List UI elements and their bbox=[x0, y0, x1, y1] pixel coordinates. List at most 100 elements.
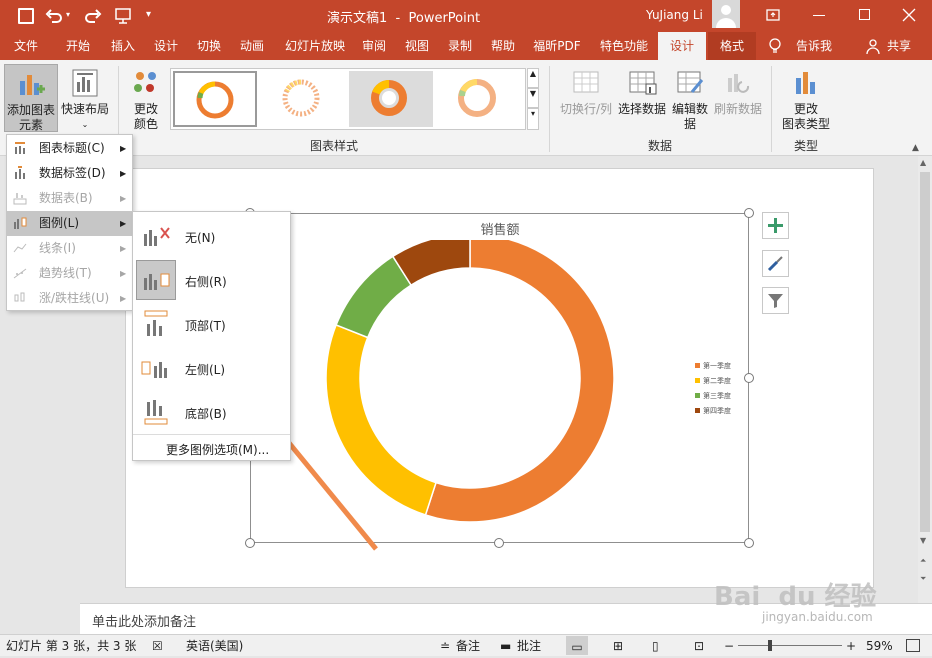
legend-option-right[interactable]: 右侧(R) bbox=[133, 258, 290, 302]
normal-view-icon[interactable]: ▭ bbox=[566, 636, 588, 655]
donut-segment-1[interactable] bbox=[424, 240, 615, 523]
menu-item-data-table[interactable]: 数据表(B) ▶ bbox=[7, 186, 134, 211]
menu-item-trendline[interactable]: 趋势线(T) ▶ bbox=[7, 261, 134, 286]
slide-sorter-view-icon[interactable]: ⊞ bbox=[613, 635, 623, 657]
chart-filters-button[interactable] bbox=[762, 287, 789, 314]
legend-option-bottom[interactable]: 底部(B) bbox=[133, 390, 290, 434]
slide-counter: 幻灯片 第 3 张，共 3 张 bbox=[6, 639, 137, 653]
avatar[interactable] bbox=[712, 0, 740, 28]
legend-option-top[interactable]: 顶部(T) bbox=[133, 302, 290, 346]
color-palette-icon bbox=[134, 72, 156, 92]
legend-entry-3[interactable]: 第三季度 bbox=[695, 390, 731, 402]
resize-handle-bottom-right[interactable] bbox=[744, 538, 754, 548]
notes-toggle-button[interactable]: 备注 bbox=[456, 635, 480, 657]
previous-slide-icon[interactable]: ⏶ bbox=[920, 556, 926, 566]
chart-style-1[interactable] bbox=[173, 71, 257, 127]
menu-item-chart-title-label: 图表标题(C) bbox=[39, 141, 105, 155]
tab-special-features[interactable]: 特色功能 bbox=[594, 32, 654, 60]
zoom-slider-thumb[interactable] bbox=[768, 640, 772, 651]
chart-style-2[interactable] bbox=[261, 71, 345, 127]
tab-design[interactable]: 设计 bbox=[144, 32, 188, 60]
menu-item-chart-title[interactable]: 图表标题(C) ▶ bbox=[7, 136, 134, 161]
change-chart-type-button[interactable]: 更改 图表类型 bbox=[778, 64, 834, 132]
scroll-thumb[interactable] bbox=[920, 172, 930, 532]
select-data-icon bbox=[629, 71, 657, 95]
save-icon[interactable] bbox=[18, 8, 34, 24]
chart-elements-button[interactable] bbox=[762, 212, 789, 239]
zoom-out-icon[interactable]: − bbox=[724, 635, 734, 657]
scroll-up-icon[interactable]: ▲ bbox=[920, 158, 926, 167]
fit-to-window-icon[interactable] bbox=[906, 639, 920, 652]
gallery-more-icon[interactable]: ▾ bbox=[527, 108, 539, 130]
gallery-scroll-up-icon[interactable]: ▲ bbox=[527, 68, 539, 88]
more-legend-options[interactable]: 更多图例选项(M)... bbox=[166, 441, 269, 458]
minimize-icon[interactable] bbox=[813, 15, 825, 16]
redo-icon[interactable] bbox=[84, 7, 102, 25]
select-data-button[interactable]: 选择数据 bbox=[616, 64, 668, 132]
tab-transitions[interactable]: 切换 bbox=[187, 32, 231, 60]
comments-icon[interactable]: ▬ bbox=[500, 635, 511, 657]
vertical-scrollbar[interactable]: ▲ ▼ ⏶ ⏷ bbox=[918, 156, 932, 603]
legend-option-left[interactable]: 左侧(L) bbox=[133, 346, 290, 390]
tab-record[interactable]: 录制 bbox=[438, 32, 482, 60]
close-icon[interactable] bbox=[902, 8, 916, 22]
chart-styles-button[interactable] bbox=[762, 250, 789, 277]
tell-me-search[interactable]: 告诉我 bbox=[788, 32, 840, 60]
zoom-slider-track[interactable] bbox=[738, 645, 842, 646]
zoom-level[interactable]: 59% bbox=[866, 635, 893, 657]
switch-row-column-icon bbox=[573, 71, 599, 93]
legend-entry-2[interactable]: 第二季度 bbox=[695, 375, 731, 387]
legend-entry-1[interactable]: 第一季度 bbox=[695, 360, 731, 372]
reading-view-icon[interactable]: ▯ bbox=[652, 635, 659, 657]
tab-chart-design[interactable]: 设计 bbox=[658, 32, 706, 60]
legend-option-none[interactable]: 无(N) bbox=[133, 214, 290, 258]
collapse-ribbon-icon[interactable]: ▲ bbox=[912, 143, 919, 153]
undo-dropdown-icon[interactable]: ▾ bbox=[66, 10, 70, 19]
edit-data-button[interactable]: 编辑数 据 bbox=[668, 64, 712, 132]
add-chart-element-label-2: 元素 bbox=[18, 118, 43, 132]
tab-review[interactable]: 审阅 bbox=[352, 32, 396, 60]
next-slide-icon[interactable]: ⏷ bbox=[920, 574, 926, 584]
refresh-data-button[interactable]: 刷新数据 bbox=[712, 64, 764, 132]
chart-title[interactable]: 销售额 bbox=[470, 219, 530, 238]
menu-item-up-down-bars[interactable]: 涨/跌柱线(U) ▶ bbox=[7, 286, 134, 311]
tab-home[interactable]: 开始 bbox=[56, 32, 100, 60]
present-from-start-icon[interactable] bbox=[114, 7, 132, 25]
user-name[interactable]: YuJiang Li bbox=[646, 8, 703, 22]
change-colors-button[interactable]: 更改 颜色 bbox=[124, 64, 168, 132]
menu-item-data-labels[interactable]: 数据标签(D) ▶ bbox=[7, 161, 134, 186]
tab-file[interactable]: 文件 bbox=[4, 32, 48, 60]
scroll-down-icon[interactable]: ▼ bbox=[920, 536, 926, 545]
tab-slideshow[interactable]: 幻灯片放映 bbox=[280, 32, 350, 60]
tab-format[interactable]: 格式 bbox=[708, 32, 756, 60]
notes-toggle-icon[interactable]: ≐ bbox=[440, 635, 450, 657]
resize-handle-top-right[interactable] bbox=[744, 208, 754, 218]
quick-layout-button[interactable]: 快速布局 ⌄ bbox=[60, 64, 110, 132]
undo-icon[interactable] bbox=[45, 7, 63, 25]
spell-check-icon[interactable]: ☒ bbox=[152, 635, 163, 657]
menu-item-lines[interactable]: 线条(I) ▶ bbox=[7, 236, 134, 261]
maximize-icon[interactable] bbox=[859, 9, 870, 20]
slideshow-view-icon[interactable]: ⊡ bbox=[694, 635, 704, 657]
resize-handle-right[interactable] bbox=[744, 373, 754, 383]
customize-toolbar-icon[interactable]: ▾ bbox=[146, 9, 151, 20]
share-person-icon[interactable] bbox=[866, 39, 880, 54]
zoom-in-icon[interactable]: + bbox=[846, 635, 856, 657]
language-status[interactable]: 英语(美国) bbox=[186, 635, 243, 657]
switch-row-column-button[interactable]: 切换行/列 bbox=[556, 64, 616, 132]
tab-foxit-pdf[interactable]: 福昕PDF bbox=[528, 32, 586, 60]
chart-style-3[interactable] bbox=[349, 71, 433, 127]
legend-entry-4[interactable]: 第四季度 bbox=[695, 405, 731, 417]
tab-help[interactable]: 帮助 bbox=[481, 32, 525, 60]
tab-animations[interactable]: 动画 bbox=[230, 32, 274, 60]
tab-insert[interactable]: 插入 bbox=[101, 32, 145, 60]
lightbulb-icon[interactable] bbox=[768, 38, 782, 55]
ribbon-display-options-icon[interactable] bbox=[764, 6, 782, 24]
add-chart-element-button[interactable]: 添加图表 元素 bbox=[4, 64, 58, 132]
chart-style-4[interactable] bbox=[437, 71, 521, 127]
menu-item-legend[interactable]: 图例(L) ▶ bbox=[7, 211, 134, 236]
comments-button[interactable]: 批注 bbox=[517, 635, 541, 657]
tab-view[interactable]: 视图 bbox=[395, 32, 439, 60]
gallery-scroll-down-icon[interactable]: ▼ bbox=[527, 88, 539, 108]
share-button[interactable]: 共享 bbox=[882, 32, 916, 60]
